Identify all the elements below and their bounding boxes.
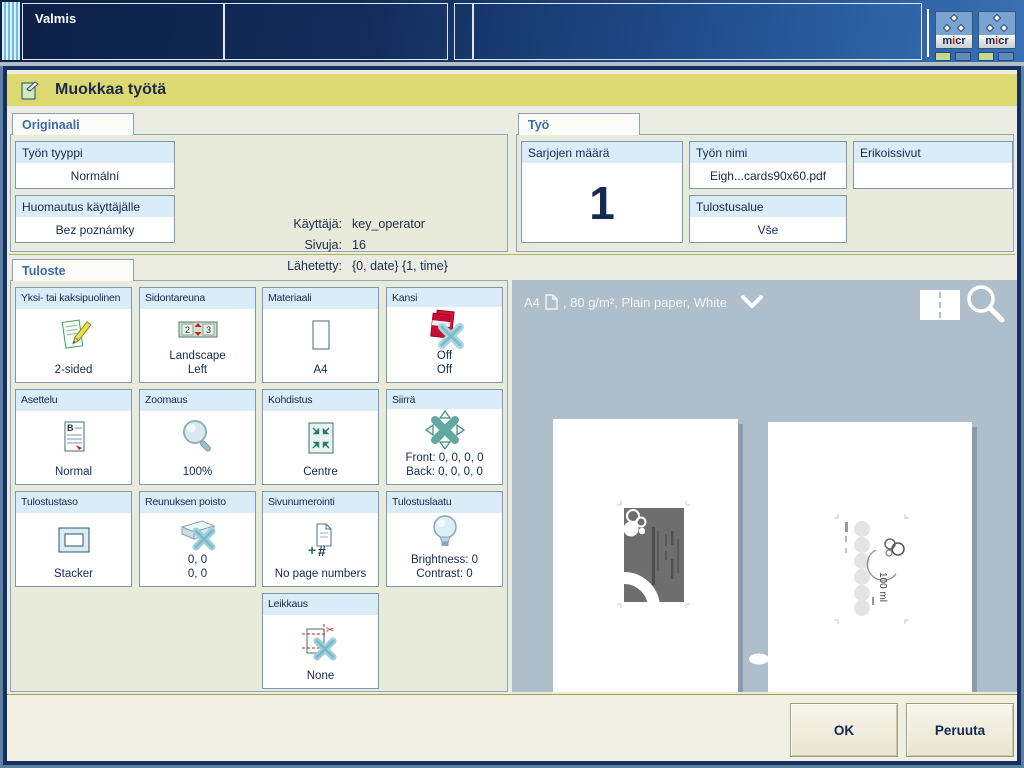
info-row: Sivuja: 16	[216, 235, 516, 256]
page-title: Muokkaa työtä	[55, 81, 166, 99]
special-pages-button[interactable]: Erikoissivut	[853, 141, 1013, 189]
micr-icon[interactable]: micr	[978, 11, 1016, 61]
edit-job-icon	[19, 79, 41, 101]
shift-move-icon	[424, 409, 466, 451]
option-edge-erase[interactable]: Reunuksen poisto 0, 00, 0	[139, 491, 256, 587]
edit-job-dialog: Muokkaa työtä Originaali Työn tyyppi Nor…	[3, 66, 1021, 765]
preview-panel: A4 , 80 g/m², Plain paper, White	[512, 280, 1017, 692]
option-output-tray[interactable]: Tulostustaso Stacker	[15, 491, 132, 587]
svg-text:+: +	[308, 542, 316, 558]
sets-count-label: Sarjojen määrä	[522, 142, 682, 163]
magnifier-icon[interactable]	[964, 284, 1008, 328]
preview-page-front	[553, 419, 738, 692]
svg-text:3: 3	[206, 325, 211, 335]
zoom-100-icon	[177, 417, 219, 459]
option-duplex[interactable]: Yksi- tai kaksipuolinen 2-s	[15, 287, 132, 383]
cancel-button[interactable]: Peruuta	[906, 703, 1014, 757]
status-bar: Valmis micr micr	[0, 0, 1024, 62]
svg-text:✂: ✂	[326, 625, 334, 636]
job-type-label: Työn tyyppi	[16, 142, 174, 163]
svg-text:2: 2	[185, 325, 190, 335]
sets-count-button[interactable]: Sarjojen määrä 1	[521, 141, 683, 243]
tab-originaali[interactable]: Originaali	[12, 113, 134, 135]
status-box-2	[224, 3, 448, 60]
toner-level-blue	[955, 52, 971, 61]
footer-bar: OK Peruuta	[7, 694, 1017, 761]
binding-edge-icon: 2 3	[176, 314, 220, 344]
stacker-tray-icon	[53, 522, 95, 558]
sets-count-value: 1	[589, 176, 615, 230]
page-number-icon: + #	[301, 520, 341, 560]
toner-level-green	[935, 52, 951, 61]
user-note-label: Huomautus käyttäjälle	[16, 196, 174, 217]
tab-tyo[interactable]: Työ	[518, 113, 640, 135]
print-range-value: Vše	[690, 217, 846, 242]
option-layout[interactable]: Asettelu B Normal	[15, 389, 132, 485]
dialog-title-bar: Muokkaa työtä	[7, 74, 1017, 106]
two-sided-icon	[54, 316, 94, 356]
spread-view-icon[interactable]	[920, 290, 960, 320]
job-name-label: Työn nimi	[690, 142, 846, 163]
svg-text:#: #	[318, 543, 326, 559]
option-print-quality[interactable]: Tulostuslaatu Brightness: 0Contrast: 0	[386, 491, 503, 587]
job-name-button[interactable]: Työn nimi Eigh...cards90x60.pdf	[689, 141, 847, 189]
print-range-button[interactable]: Tulostusalue Vše	[689, 195, 847, 243]
job-name-value: Eigh...cards90x60.pdf	[690, 163, 846, 188]
option-trimming[interactable]: Leikkaus ✂ None	[262, 593, 379, 689]
job-type-value: Normální	[16, 163, 174, 188]
cover-off-icon	[424, 307, 466, 349]
media-size: A4	[524, 295, 540, 310]
option-shift[interactable]: Siirrä Front: 0, 0, 0, 0Back: 0, 0, 0, 0	[386, 389, 503, 485]
card-volume-text: 100 ml	[877, 572, 888, 602]
print-range-label: Tulostusalue	[690, 196, 846, 217]
page-icon	[545, 294, 558, 310]
micr-icon[interactable]: micr	[935, 11, 973, 61]
preview-page-back: 100 ml	[768, 422, 972, 692]
option-cover[interactable]: Kansi OffOff	[386, 287, 503, 383]
media-a4-icon	[301, 316, 341, 356]
chevron-down-icon	[740, 295, 764, 309]
output-section: Yksi- tai kaksipuolinen 2-s	[10, 280, 508, 692]
info-row: Lähetetty: {0, date} {1, time}	[216, 256, 516, 277]
ok-button[interactable]: OK	[790, 703, 898, 757]
special-pages-label: Erikoissivut	[854, 142, 1012, 163]
status-separator	[927, 9, 929, 57]
option-alignment[interactable]: Kohdistus Centre	[262, 389, 379, 485]
info-row: Käyttäjä: key_operator	[216, 214, 516, 235]
toner-level-blue	[998, 52, 1014, 61]
tab-tuloste[interactable]: Tuloste	[12, 259, 134, 281]
plug-icon	[748, 652, 788, 666]
job-section: Sarjojen määrä 1 Työn nimi Eigh...cards9…	[516, 134, 1014, 252]
option-zoom[interactable]: Zoomaus 100%	[139, 389, 256, 485]
user-note-button[interactable]: Huomautus käyttäjälle Bez poznámky	[15, 195, 175, 243]
status-text: Valmis	[35, 11, 76, 26]
decorative-stripes	[2, 2, 20, 60]
original-section: Työn tyyppi Normální Huomautus käyttäjäl…	[10, 134, 508, 252]
user-note-value: Bez poznámky	[16, 217, 174, 242]
toner-level-green	[978, 52, 994, 61]
trim-none-icon: ✂	[299, 621, 343, 663]
edge-erase-icon	[176, 513, 220, 553]
media-description: , 80 g/m², Plain paper, White	[563, 295, 727, 310]
status-box-message: Valmis	[22, 3, 224, 60]
option-media[interactable]: Materiaali A4	[262, 287, 379, 383]
centre-align-icon	[301, 418, 341, 458]
option-binding-edge[interactable]: Sidontareuna 2 3 LandscapeLeft	[139, 287, 256, 383]
media-selector[interactable]: A4 , 80 g/m², Plain paper, White	[524, 294, 764, 310]
layout-normal-icon: B	[54, 418, 94, 458]
special-pages-value	[854, 163, 1012, 188]
svg-text:B: B	[67, 423, 74, 433]
brightness-bulb-icon	[427, 513, 463, 553]
option-page-numbering[interactable]: Sivunumerointi + # No page numbers	[262, 491, 379, 587]
job-type-button[interactable]: Työn tyyppi Normální	[15, 141, 175, 189]
status-box-3	[454, 3, 473, 60]
status-box-4	[473, 3, 922, 60]
